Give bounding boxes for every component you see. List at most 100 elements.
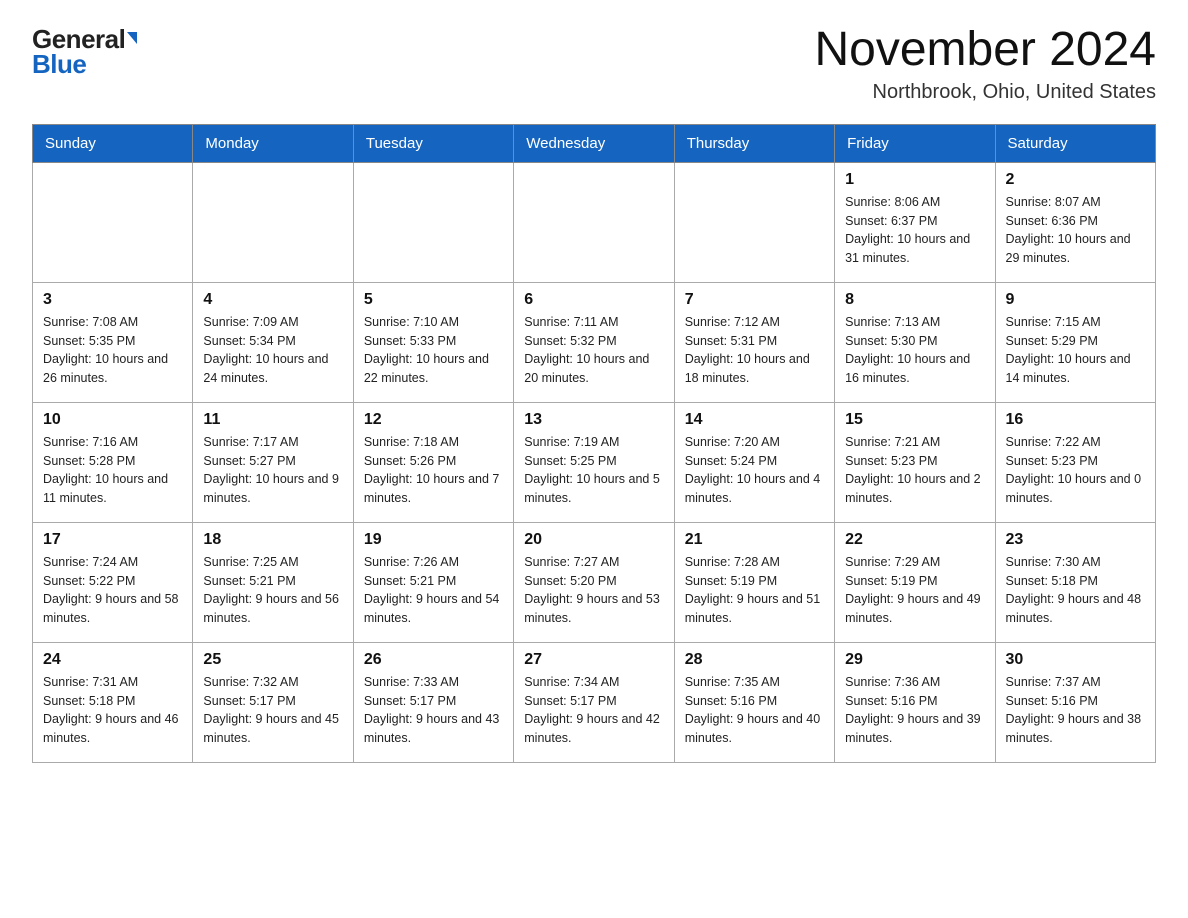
calendar-title: November 2024: [814, 24, 1156, 77]
day-number: 20: [524, 531, 663, 549]
day-number: 2: [1006, 171, 1145, 189]
logo-blue-text: Blue: [32, 49, 86, 80]
day-info: Sunrise: 7:15 AMSunset: 5:29 PMDaylight:…: [1006, 313, 1145, 388]
day-info: Sunrise: 7:33 AMSunset: 5:17 PMDaylight:…: [364, 673, 503, 748]
day-number: 16: [1006, 411, 1145, 429]
calendar-cell: 27 Sunrise: 7:34 AMSunset: 5:17 PMDayligh…: [514, 642, 674, 762]
calendar-cell: [33, 162, 193, 282]
day-info: Sunrise: 7:27 AMSunset: 5:20 PMDaylight:…: [524, 553, 663, 628]
calendar-cell: [514, 162, 674, 282]
day-info: Sunrise: 7:08 AMSunset: 5:35 PMDaylight:…: [43, 313, 182, 388]
calendar-header-row: SundayMondayTuesdayWednesdayThursdayFrid…: [33, 124, 1156, 162]
calendar-cell: 23Sunrise: 7:30 AMSunset: 5:18 PMDayligh…: [995, 522, 1155, 642]
calendar-cell: 6 Sunrise: 7:11 AMSunset: 5:32 PMDaylight…: [514, 282, 674, 402]
day-number: 22: [845, 531, 984, 549]
day-info: Sunrise: 8:06 AMSunset: 6:37 PMDaylight:…: [845, 193, 984, 268]
logo-arrow-icon: [127, 32, 137, 44]
calendar-cell: 25 Sunrise: 7:32 AMSunset: 5:17 PMDayligh…: [193, 642, 353, 762]
calendar-cell: 18 Sunrise: 7:25 AMSunset: 5:21 PMDayligh…: [193, 522, 353, 642]
week-row-3: 10 Sunrise: 7:16 AMSunset: 5:28 PMDayligh…: [33, 402, 1156, 522]
day-number: 29: [845, 651, 984, 669]
day-info: Sunrise: 7:26 AMSunset: 5:21 PMDaylight:…: [364, 553, 503, 628]
day-number: 4: [203, 291, 342, 309]
calendar-cell: 30Sunrise: 7:37 AMSunset: 5:16 PMDayligh…: [995, 642, 1155, 762]
day-number: 19: [364, 531, 503, 549]
calendar-cell: 28Sunrise: 7:35 AMSunset: 5:16 PMDayligh…: [674, 642, 834, 762]
week-row-2: 3Sunrise: 7:08 AMSunset: 5:35 PMDaylight…: [33, 282, 1156, 402]
day-info: Sunrise: 7:11 AMSunset: 5:32 PMDaylight:…: [524, 313, 663, 388]
day-info: Sunrise: 7:31 AMSunset: 5:18 PMDaylight:…: [43, 673, 182, 748]
day-info: Sunrise: 7:22 AMSunset: 5:23 PMDaylight:…: [1006, 433, 1145, 508]
calendar-cell: 2 Sunrise: 8:07 AMSunset: 6:36 PMDaylight…: [995, 162, 1155, 282]
week-row-4: 17 Sunrise: 7:24 AMSunset: 5:22 PMDayligh…: [33, 522, 1156, 642]
day-info: Sunrise: 7:25 AMSunset: 5:21 PMDaylight:…: [203, 553, 342, 628]
calendar-cell: 9 Sunrise: 7:15 AMSunset: 5:29 PMDaylight…: [995, 282, 1155, 402]
day-info: Sunrise: 7:17 AMSunset: 5:27 PMDaylight:…: [203, 433, 342, 508]
day-number: 25: [203, 651, 342, 669]
calendar-cell: [674, 162, 834, 282]
day-info: Sunrise: 7:30 AMSunset: 5:18 PMDaylight:…: [1006, 553, 1145, 628]
calendar-cell: 19 Sunrise: 7:26 AMSunset: 5:21 PMDayligh…: [353, 522, 513, 642]
day-number: 27: [524, 651, 663, 669]
day-info: Sunrise: 7:29 AMSunset: 5:19 PMDaylight:…: [845, 553, 984, 628]
calendar-cell: [193, 162, 353, 282]
week-row-5: 24Sunrise: 7:31 AMSunset: 5:18 PMDayligh…: [33, 642, 1156, 762]
day-number: 30: [1006, 651, 1145, 669]
day-of-week-tuesday: Tuesday: [353, 124, 513, 162]
calendar-cell: [353, 162, 513, 282]
day-of-week-friday: Friday: [835, 124, 995, 162]
day-info: Sunrise: 7:09 AMSunset: 5:34 PMDaylight:…: [203, 313, 342, 388]
calendar-subtitle: Northbrook, Ohio, United States: [814, 81, 1156, 104]
calendar-cell: 10 Sunrise: 7:16 AMSunset: 5:28 PMDayligh…: [33, 402, 193, 522]
day-info: Sunrise: 7:12 AMSunset: 5:31 PMDaylight:…: [685, 313, 824, 388]
day-number: 5: [364, 291, 503, 309]
day-of-week-wednesday: Wednesday: [514, 124, 674, 162]
calendar-cell: 20 Sunrise: 7:27 AMSunset: 5:20 PMDayligh…: [514, 522, 674, 642]
calendar-cell: 16 Sunrise: 7:22 AMSunset: 5:23 PMDayligh…: [995, 402, 1155, 522]
day-number: 18: [203, 531, 342, 549]
calendar-cell: 13Sunrise: 7:19 AMSunset: 5:25 PMDayligh…: [514, 402, 674, 522]
day-number: 9: [1006, 291, 1145, 309]
day-number: 15: [845, 411, 984, 429]
day-number: 11: [203, 411, 342, 429]
day-number: 26: [364, 651, 503, 669]
logo: General Blue: [32, 24, 137, 80]
calendar-cell: 24Sunrise: 7:31 AMSunset: 5:18 PMDayligh…: [33, 642, 193, 762]
calendar-table: SundayMondayTuesdayWednesdayThursdayFrid…: [32, 124, 1156, 763]
day-info: Sunrise: 7:36 AMSunset: 5:16 PMDaylight:…: [845, 673, 984, 748]
calendar-cell: 4 Sunrise: 7:09 AMSunset: 5:34 PMDaylight…: [193, 282, 353, 402]
calendar-cell: 1 Sunrise: 8:06 AMSunset: 6:37 PMDaylight…: [835, 162, 995, 282]
day-info: Sunrise: 8:07 AMSunset: 6:36 PMDaylight:…: [1006, 193, 1145, 268]
calendar-cell: 15Sunrise: 7:21 AMSunset: 5:23 PMDayligh…: [835, 402, 995, 522]
day-info: Sunrise: 7:16 AMSunset: 5:28 PMDaylight:…: [43, 433, 182, 508]
day-info: Sunrise: 7:10 AMSunset: 5:33 PMDaylight:…: [364, 313, 503, 388]
calendar-cell: 3Sunrise: 7:08 AMSunset: 5:35 PMDaylight…: [33, 282, 193, 402]
day-number: 14: [685, 411, 824, 429]
day-info: Sunrise: 7:32 AMSunset: 5:17 PMDaylight:…: [203, 673, 342, 748]
day-of-week-thursday: Thursday: [674, 124, 834, 162]
title-area: November 2024 Northbrook, Ohio, United S…: [814, 24, 1156, 104]
day-number: 10: [43, 411, 182, 429]
day-info: Sunrise: 7:24 AMSunset: 5:22 PMDaylight:…: [43, 553, 182, 628]
calendar-cell: 29 Sunrise: 7:36 AMSunset: 5:16 PMDayligh…: [835, 642, 995, 762]
calendar-cell: 17 Sunrise: 7:24 AMSunset: 5:22 PMDayligh…: [33, 522, 193, 642]
day-of-week-saturday: Saturday: [995, 124, 1155, 162]
day-number: 17: [43, 531, 182, 549]
day-number: 6: [524, 291, 663, 309]
calendar-cell: 11 Sunrise: 7:17 AMSunset: 5:27 PMDayligh…: [193, 402, 353, 522]
calendar-cell: 26 Sunrise: 7:33 AMSunset: 5:17 PMDayligh…: [353, 642, 513, 762]
day-info: Sunrise: 7:34 AMSunset: 5:17 PMDaylight:…: [524, 673, 663, 748]
day-info: Sunrise: 7:20 AMSunset: 5:24 PMDaylight:…: [685, 433, 824, 508]
calendar-cell: 7 Sunrise: 7:12 AMSunset: 5:31 PMDaylight…: [674, 282, 834, 402]
calendar-cell: 12 Sunrise: 7:18 AMSunset: 5:26 PMDayligh…: [353, 402, 513, 522]
header: General Blue November 2024 Northbrook, O…: [32, 24, 1156, 104]
day-number: 12: [364, 411, 503, 429]
day-number: 21: [685, 531, 824, 549]
calendar-cell: 8Sunrise: 7:13 AMSunset: 5:30 PMDaylight…: [835, 282, 995, 402]
day-info: Sunrise: 7:18 AMSunset: 5:26 PMDaylight:…: [364, 433, 503, 508]
calendar-cell: 5 Sunrise: 7:10 AMSunset: 5:33 PMDaylight…: [353, 282, 513, 402]
day-number: 1: [845, 171, 984, 189]
day-number: 7: [685, 291, 824, 309]
day-info: Sunrise: 7:28 AMSunset: 5:19 PMDaylight:…: [685, 553, 824, 628]
day-number: 13: [524, 411, 663, 429]
